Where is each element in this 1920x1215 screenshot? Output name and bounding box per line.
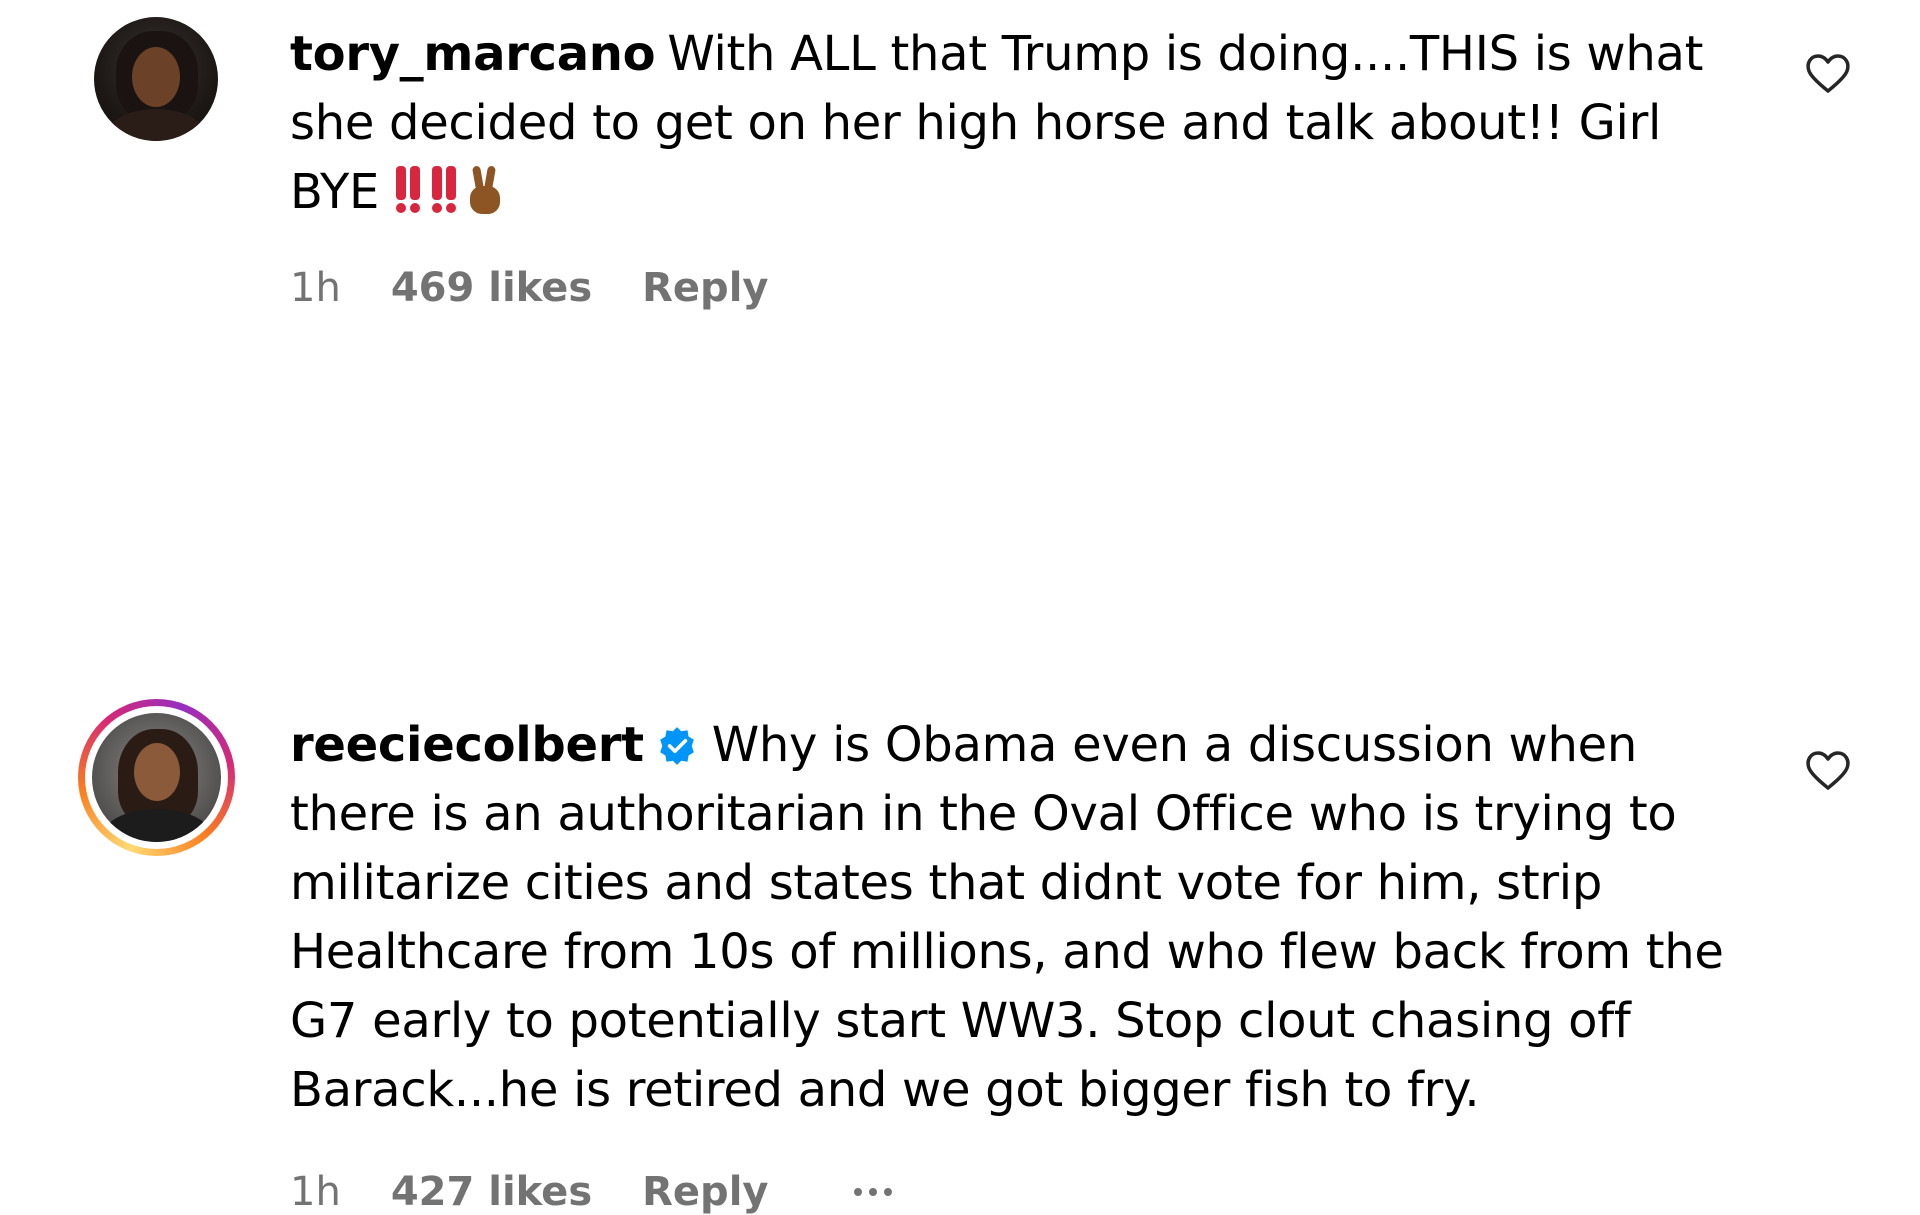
double-exclamation-icon — [432, 166, 457, 213]
comment-body: reeciecolbert Why is Obama even a discus… — [290, 711, 1760, 1125]
heart-outline-icon[interactable] — [1804, 747, 1852, 795]
comment-likes[interactable]: 469 likes — [391, 265, 592, 311]
heart-outline-icon[interactable] — [1804, 50, 1852, 98]
victory-hand-icon — [470, 166, 501, 214]
comment-text: Why is Obama even a discussion when ther… — [290, 717, 1724, 1118]
comment-username[interactable]: tory_marcano — [290, 26, 656, 82]
comment-meta: 1h 427 likes Reply — [290, 1169, 942, 1215]
comment-time: 1h — [290, 265, 341, 311]
avatar-face — [132, 47, 180, 107]
avatar-face — [134, 743, 180, 801]
comment-username[interactable]: reeciecolbert — [290, 717, 644, 773]
avatar — [92, 713, 221, 842]
more-horizontal-icon[interactable] — [854, 1182, 893, 1202]
avatar-body — [104, 809, 210, 842]
comment-emoji — [394, 164, 506, 235]
comment-meta: 1h 469 likes Reply — [290, 265, 818, 311]
verified-badge-icon — [659, 727, 694, 765]
avatar-body — [104, 109, 208, 141]
double-exclamation-icon — [396, 166, 421, 213]
comment-likes[interactable]: 427 likes — [391, 1169, 592, 1215]
avatar-story-ring[interactable] — [78, 699, 235, 856]
comment-item: reeciecolbert Why is Obama even a discus… — [0, 340, 1920, 1215]
comment-item: tory_marcano With ALL that Trump is doing… — [0, 0, 1920, 340]
comment-body: tory_marcano With ALL that Trump is doing… — [290, 20, 1760, 235]
comment-time: 1h — [290, 1169, 341, 1215]
emoji-icons — [396, 166, 501, 214]
reply-button[interactable]: Reply — [642, 1169, 768, 1215]
reply-button[interactable]: Reply — [642, 265, 768, 311]
avatar[interactable] — [94, 17, 218, 141]
